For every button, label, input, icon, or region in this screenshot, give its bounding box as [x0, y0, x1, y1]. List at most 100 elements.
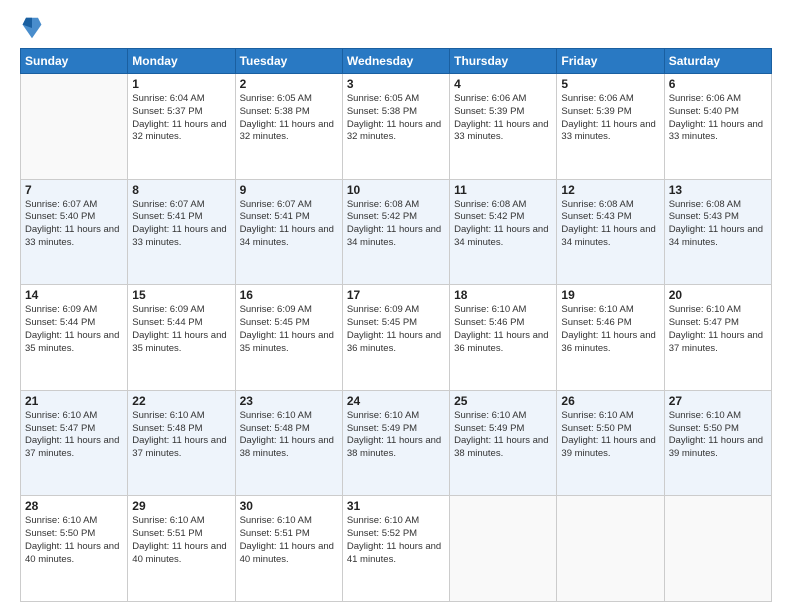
day-details: Sunrise: 6:10 AMSunset: 5:50 PMDaylight:… [669, 410, 767, 461]
day-number: 3 [347, 77, 445, 91]
day-details: Sunrise: 6:10 AMSunset: 5:49 PMDaylight:… [347, 410, 445, 461]
header [20, 16, 772, 40]
logo [20, 16, 46, 40]
day-number: 19 [561, 288, 659, 302]
day-details: Sunrise: 6:10 AMSunset: 5:48 PMDaylight:… [240, 410, 338, 461]
day-number: 7 [25, 183, 123, 197]
calendar-day-cell: 8 Sunrise: 6:07 AMSunset: 5:41 PMDaylight… [128, 179, 235, 285]
day-details: Sunrise: 6:10 AMSunset: 5:46 PMDaylight:… [561, 304, 659, 355]
day-number: 15 [132, 288, 230, 302]
day-details: Sunrise: 6:08 AMSunset: 5:42 PMDaylight:… [347, 199, 445, 250]
page: Sunday Monday Tuesday Wednesday Thursday… [0, 0, 792, 612]
calendar-day-cell: 27 Sunrise: 6:10 AMSunset: 5:50 PMDayligh… [664, 390, 771, 496]
col-saturday: Saturday [664, 49, 771, 74]
calendar-day-cell: 21Sunrise: 6:10 AMSunset: 5:47 PMDayligh… [21, 390, 128, 496]
day-number: 30 [240, 499, 338, 513]
day-details: Sunrise: 6:07 AMSunset: 5:41 PMDaylight:… [132, 199, 230, 250]
day-number: 16 [240, 288, 338, 302]
col-tuesday: Tuesday [235, 49, 342, 74]
day-details: Sunrise: 6:10 AMSunset: 5:52 PMDaylight:… [347, 515, 445, 566]
day-details: Sunrise: 6:10 AMSunset: 5:51 PMDaylight:… [132, 515, 230, 566]
day-number: 18 [454, 288, 552, 302]
calendar-week-row: 21Sunrise: 6:10 AMSunset: 5:47 PMDayligh… [21, 390, 772, 496]
day-number: 23 [240, 394, 338, 408]
calendar-day-cell: 18 Sunrise: 6:10 AMSunset: 5:46 PMDayligh… [450, 285, 557, 391]
day-number: 17 [347, 288, 445, 302]
calendar-day-cell: 9 Sunrise: 6:07 AMSunset: 5:41 PMDaylight… [235, 179, 342, 285]
day-details: Sunrise: 6:07 AMSunset: 5:41 PMDaylight:… [240, 199, 338, 250]
day-details: Sunrise: 6:08 AMSunset: 5:43 PMDaylight:… [669, 199, 767, 250]
empty-cell [21, 74, 128, 180]
calendar-day-cell: 29 Sunrise: 6:10 AMSunset: 5:51 PMDayligh… [128, 496, 235, 602]
day-number: 21 [25, 394, 123, 408]
calendar-day-cell: 2 Sunrise: 6:05 AMSunset: 5:38 PMDaylight… [235, 74, 342, 180]
calendar-day-cell: 14 Sunrise: 6:09 AMSunset: 5:44 PMDayligh… [21, 285, 128, 391]
day-number: 25 [454, 394, 552, 408]
day-details: Sunrise: 6:06 AMSunset: 5:39 PMDaylight:… [561, 93, 659, 144]
day-number: 13 [669, 183, 767, 197]
day-details: Sunrise: 6:08 AMSunset: 5:42 PMDaylight:… [454, 199, 552, 250]
calendar-day-cell: 1 Sunrise: 6:04 AMSunset: 5:37 PMDaylight… [128, 74, 235, 180]
day-number: 24 [347, 394, 445, 408]
calendar-day-cell: 20Sunrise: 6:10 AMSunset: 5:47 PMDayligh… [664, 285, 771, 391]
calendar-day-cell: 24 Sunrise: 6:10 AMSunset: 5:49 PMDayligh… [342, 390, 449, 496]
day-details: Sunrise: 6:06 AMSunset: 5:40 PMDaylight:… [669, 93, 767, 144]
calendar-day-cell: 31 Sunrise: 6:10 AMSunset: 5:52 PMDayligh… [342, 496, 449, 602]
calendar-day-cell: 16 Sunrise: 6:09 AMSunset: 5:45 PMDayligh… [235, 285, 342, 391]
day-details: Sunrise: 6:05 AMSunset: 5:38 PMDaylight:… [240, 93, 338, 144]
calendar-day-cell: 30 Sunrise: 6:10 AMSunset: 5:51 PMDayligh… [235, 496, 342, 602]
day-number: 8 [132, 183, 230, 197]
day-number: 2 [240, 77, 338, 91]
day-details: Sunrise: 6:10 AMSunset: 5:50 PMDaylight:… [561, 410, 659, 461]
day-details: Sunrise: 6:08 AMSunset: 5:43 PMDaylight:… [561, 199, 659, 250]
day-number: 10 [347, 183, 445, 197]
calendar-table: Sunday Monday Tuesday Wednesday Thursday… [20, 48, 772, 602]
day-number: 27 [669, 394, 767, 408]
day-details: Sunrise: 6:05 AMSunset: 5:38 PMDaylight:… [347, 93, 445, 144]
col-thursday: Thursday [450, 49, 557, 74]
calendar-day-cell: 10 Sunrise: 6:08 AMSunset: 5:42 PMDayligh… [342, 179, 449, 285]
day-details: Sunrise: 6:10 AMSunset: 5:51 PMDaylight:… [240, 515, 338, 566]
col-wednesday: Wednesday [342, 49, 449, 74]
day-number: 29 [132, 499, 230, 513]
logo-icon [22, 16, 42, 40]
day-number: 11 [454, 183, 552, 197]
col-sunday: Sunday [21, 49, 128, 74]
calendar-day-cell: 17Sunrise: 6:09 AMSunset: 5:45 PMDayligh… [342, 285, 449, 391]
calendar-week-row: 7 Sunrise: 6:07 AMSunset: 5:40 PMDaylight… [21, 179, 772, 285]
empty-cell [557, 496, 664, 602]
calendar-day-cell: 23 Sunrise: 6:10 AMSunset: 5:48 PMDayligh… [235, 390, 342, 496]
calendar-day-cell: 5 Sunrise: 6:06 AMSunset: 5:39 PMDaylight… [557, 74, 664, 180]
calendar-day-cell: 28Sunrise: 6:10 AMSunset: 5:50 PMDayligh… [21, 496, 128, 602]
day-number: 5 [561, 77, 659, 91]
day-number: 31 [347, 499, 445, 513]
day-details: Sunrise: 6:07 AMSunset: 5:40 PMDaylight:… [25, 199, 123, 250]
day-number: 12 [561, 183, 659, 197]
day-details: Sunrise: 6:06 AMSunset: 5:39 PMDaylight:… [454, 93, 552, 144]
day-number: 4 [454, 77, 552, 91]
day-number: 9 [240, 183, 338, 197]
calendar-week-row: 1 Sunrise: 6:04 AMSunset: 5:37 PMDaylight… [21, 74, 772, 180]
day-details: Sunrise: 6:09 AMSunset: 5:44 PMDaylight:… [25, 304, 123, 355]
col-monday: Monday [128, 49, 235, 74]
calendar-day-cell: 4 Sunrise: 6:06 AMSunset: 5:39 PMDaylight… [450, 74, 557, 180]
calendar-day-cell: 25Sunrise: 6:10 AMSunset: 5:49 PMDayligh… [450, 390, 557, 496]
calendar-day-cell: 19 Sunrise: 6:10 AMSunset: 5:46 PMDayligh… [557, 285, 664, 391]
day-number: 1 [132, 77, 230, 91]
day-number: 6 [669, 77, 767, 91]
day-details: Sunrise: 6:10 AMSunset: 5:46 PMDaylight:… [454, 304, 552, 355]
calendar-day-cell: 11 Sunrise: 6:08 AMSunset: 5:42 PMDayligh… [450, 179, 557, 285]
day-details: Sunrise: 6:04 AMSunset: 5:37 PMDaylight:… [132, 93, 230, 144]
calendar-day-cell: 26 Sunrise: 6:10 AMSunset: 5:50 PMDayligh… [557, 390, 664, 496]
day-number: 26 [561, 394, 659, 408]
calendar-day-cell: 22Sunrise: 6:10 AMSunset: 5:48 PMDayligh… [128, 390, 235, 496]
calendar-day-cell: 13 Sunrise: 6:08 AMSunset: 5:43 PMDayligh… [664, 179, 771, 285]
calendar-week-row: 14 Sunrise: 6:09 AMSunset: 5:44 PMDayligh… [21, 285, 772, 391]
day-details: Sunrise: 6:10 AMSunset: 5:47 PMDaylight:… [669, 304, 767, 355]
calendar-day-cell: 7 Sunrise: 6:07 AMSunset: 5:40 PMDaylight… [21, 179, 128, 285]
day-details: Sunrise: 6:09 AMSunset: 5:45 PMDaylight:… [240, 304, 338, 355]
day-number: 14 [25, 288, 123, 302]
col-friday: Friday [557, 49, 664, 74]
day-details: Sunrise: 6:10 AMSunset: 5:50 PMDaylight:… [25, 515, 123, 566]
calendar-week-row: 28Sunrise: 6:10 AMSunset: 5:50 PMDayligh… [21, 496, 772, 602]
